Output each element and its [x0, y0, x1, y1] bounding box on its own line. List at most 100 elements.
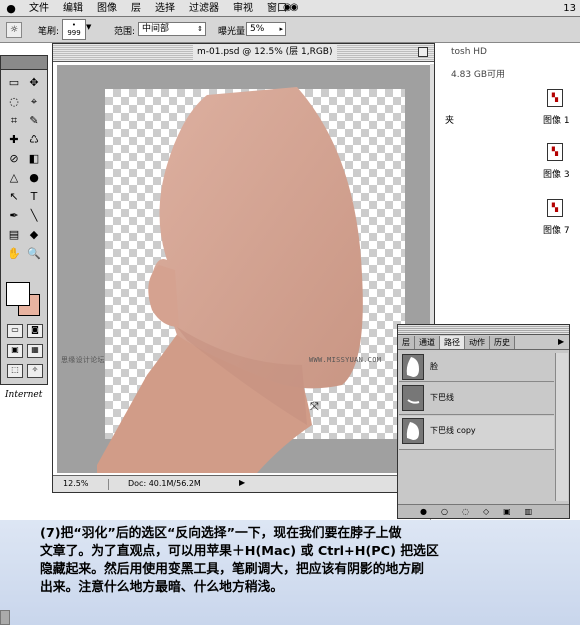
paths-panel: 层 通道 路径 动作 历史 ▶ 脸 下巴线 下巴线 copy ● ○ ◌ ◇ ▣…: [397, 324, 570, 519]
path-name: 下巴线: [430, 393, 454, 402]
lasso-tool-icon[interactable]: ◌: [5, 93, 23, 110]
make-path-icon[interactable]: ◇: [483, 507, 489, 516]
path-row-chin[interactable]: 下巴线: [399, 383, 554, 415]
exposure-input[interactable]: 5% ▸: [246, 22, 286, 36]
panel-titlebar[interactable]: [398, 325, 569, 335]
zoom-field[interactable]: 12.5%: [63, 479, 109, 490]
brush-preset-picker[interactable]: • 999: [62, 19, 86, 40]
face-artwork: [97, 87, 363, 473]
internet-label: Internet: [5, 390, 43, 400]
chevron-down-icon[interactable]: ▼: [86, 23, 96, 35]
jump-to-icon[interactable]: ⬚: [7, 364, 23, 378]
folder-label: 夹: [445, 116, 455, 126]
selection-arrow-icon[interactable]: ↖: [5, 188, 23, 205]
cursor-icon: ⤧: [310, 400, 319, 413]
disk-free: 4.83 GB可用: [451, 70, 506, 80]
burn-tool-icon[interactable]: ●: [25, 169, 43, 186]
quickmask-mode-icon[interactable]: ◙: [27, 324, 43, 338]
canvas[interactable]: 思缘设计论坛 WWW.MISSYUAN.COM ⤧: [57, 65, 430, 473]
watermark-right: WWW.MISSYUAN.COM: [309, 356, 382, 364]
eyedropper-icon[interactable]: ◆: [25, 226, 43, 243]
standard-mode-icon[interactable]: ▭: [7, 324, 23, 338]
menu-filter[interactable]: 过滤器: [182, 0, 226, 17]
zoom-box-icon[interactable]: [418, 47, 428, 57]
panel-tabs: 层 通道 路径 动作 历史: [398, 336, 569, 350]
load-selection-icon[interactable]: ◌: [462, 507, 469, 516]
line-tool-icon[interactable]: ╲: [25, 207, 43, 224]
menu-file[interactable]: 文件: [22, 0, 56, 17]
marquee-tool-icon[interactable]: ▭: [5, 74, 23, 91]
tab-paths[interactable]: 路径: [440, 336, 465, 349]
chin-path-icon: [407, 399, 420, 404]
file-label-1[interactable]: 图像 1: [543, 113, 570, 126]
path-name: 脸: [430, 362, 438, 371]
brush-dot-icon: •: [71, 21, 77, 29]
eraser-tool-icon[interactable]: ⊘: [5, 150, 23, 167]
path-name: 下巴线 copy: [430, 426, 476, 435]
imageready-icon[interactable]: ✧: [27, 364, 43, 378]
move-tool-icon[interactable]: ✥: [25, 74, 43, 91]
tab-channels[interactable]: 通道: [415, 336, 440, 349]
menu-edit[interactable]: 编辑: [56, 0, 90, 17]
menu-layer[interactable]: 层: [124, 0, 148, 17]
gradient-tool-icon[interactable]: ◧: [25, 150, 43, 167]
exposure-label: 曝光量:: [218, 27, 249, 37]
hand-tool-icon[interactable]: ✋: [5, 245, 23, 262]
screen-mode-icon[interactable]: ▣: [7, 344, 23, 358]
face-path-icon: [406, 422, 419, 440]
document-window: m-01.psd @ 12.5% (层 1,RGB) 思缘设计论坛 WWW.MI…: [52, 43, 435, 493]
blur-tool-icon[interactable]: △: [5, 169, 23, 186]
path-row-face[interactable]: 脸: [399, 352, 554, 382]
range-label: 范围:: [114, 27, 136, 37]
history-brush-icon[interactable]: ♺: [25, 131, 43, 148]
tab-layers[interactable]: 层: [398, 336, 415, 349]
trash-icon[interactable]: ▥: [525, 507, 533, 516]
new-path-icon[interactable]: ▣: [503, 507, 511, 516]
file-label-7[interactable]: 图像 7: [543, 223, 570, 236]
pen-tool-icon[interactable]: ✒: [5, 207, 23, 224]
image-file-icon[interactable]: ▚: [547, 143, 563, 161]
notes-tool-icon[interactable]: ▤: [5, 226, 23, 243]
tab-actions[interactable]: 动作: [465, 336, 490, 349]
crop-tool-icon[interactable]: ⌗: [5, 112, 23, 129]
exposure-value: 5%: [250, 24, 265, 34]
healing-tool-icon[interactable]: ✚: [5, 131, 23, 148]
zoom-tool-icon[interactable]: 🔍: [25, 245, 43, 262]
magic-wand-icon[interactable]: ⌖: [25, 93, 43, 110]
tab-history[interactable]: 历史: [490, 336, 515, 349]
toolbox-titlebar[interactable]: [1, 56, 47, 70]
page-scroll-tab[interactable]: [0, 610, 10, 625]
fullscreen-mode-icon[interactable]: ▦: [27, 344, 43, 358]
menu-select[interactable]: 选择: [148, 0, 182, 17]
document-title: m-01.psd @ 12.5% (层 1,RGB): [193, 45, 337, 60]
type-tool-icon[interactable]: T: [25, 188, 43, 205]
apple-menu-icon[interactable]: ●: [0, 2, 22, 15]
instruction-text: (7)把“羽化”后的选区“反向选择”一下，现在我们要在脖子上做 文章了。为了直观…: [40, 526, 439, 595]
brush-label: 笔刷:: [38, 27, 60, 37]
menu-view[interactable]: 审视: [226, 0, 260, 17]
range-value: 中间部: [142, 24, 170, 34]
foreground-color-swatch[interactable]: [6, 282, 30, 306]
path-thumbnail: [402, 418, 424, 444]
document-titlebar[interactable]: m-01.psd @ 12.5% (层 1,RGB): [53, 44, 434, 62]
stroke-path-icon[interactable]: ○: [441, 507, 448, 516]
path-row-chin-copy[interactable]: 下巴线 copy: [399, 416, 554, 450]
status-bar: 12.5% Doc: 40.1M/56.2M ▶: [53, 475, 434, 492]
options-bar: ☼ 笔刷: • 999 ▼ 范围: 中间部 ⇕ 曝光量: 5% ▸: [0, 17, 580, 43]
panel-scrollbar[interactable]: [555, 353, 568, 501]
status-menu-icon[interactable]: ▶: [239, 478, 245, 487]
eyes-icon: ◉◉: [283, 2, 299, 13]
range-select[interactable]: 中间部 ⇕: [138, 22, 206, 36]
watermark-left: 思缘设计论坛: [61, 356, 105, 364]
file-label-3[interactable]: 图像 3: [543, 167, 570, 180]
disk-title: tosh HD: [451, 47, 487, 57]
image-file-icon[interactable]: ▚: [547, 199, 563, 217]
pencil-tool-icon[interactable]: ✎: [25, 112, 43, 129]
arrow-right-icon: ▸: [279, 25, 283, 33]
menu-image[interactable]: 图像: [90, 0, 124, 17]
burn-tool-icon[interactable]: ☼: [6, 22, 22, 38]
panel-menu-icon[interactable]: ▶: [558, 337, 568, 349]
panel-bottom-bar: ● ○ ◌ ◇ ▣ ▥: [398, 504, 569, 518]
fill-path-icon[interactable]: ●: [420, 507, 427, 516]
image-file-icon[interactable]: ▚: [547, 89, 563, 107]
